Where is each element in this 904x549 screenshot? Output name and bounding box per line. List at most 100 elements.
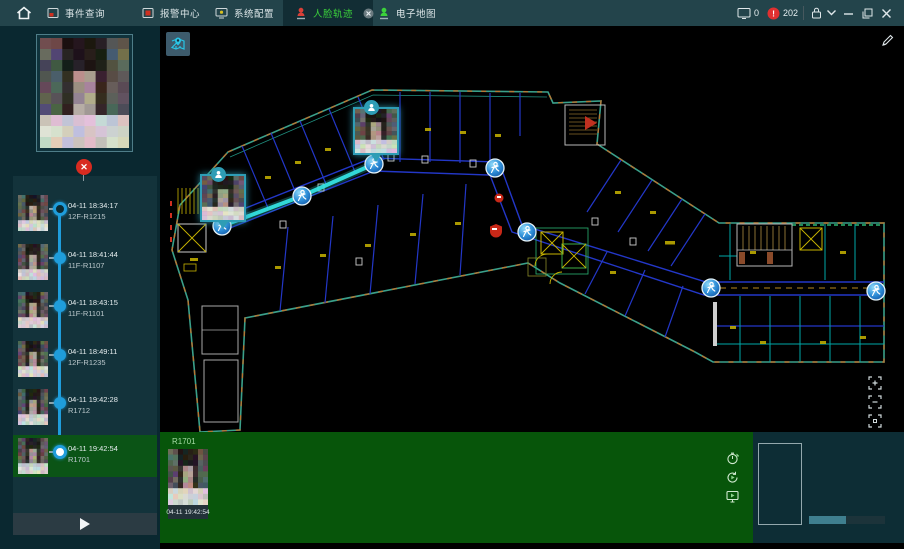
maximize-button[interactable] [862, 0, 873, 26]
svg-text:!: ! [772, 8, 775, 18]
timeline-entry[interactable]: 04-11 18:34:17 12F-R1215 [13, 192, 157, 234]
trajectory-marker[interactable] [867, 282, 885, 300]
tab-face-trajectory[interactable]: 人脸轨迹 [295, 0, 374, 26]
trajectory-marker[interactable] [518, 223, 536, 241]
timeline-entry[interactable]: 04-11 19:42:28 R1712 [13, 386, 157, 428]
person-badge-icon [364, 100, 379, 115]
capture-time: 04-11 18:49:11 [68, 346, 117, 357]
capture-location: R1701 [68, 454, 118, 465]
timeline-node[interactable] [54, 300, 66, 312]
capture-time: 04-11 18:43:15 [68, 297, 118, 308]
replay-icon[interactable] [726, 471, 739, 484]
timeline-node[interactable] [54, 252, 66, 264]
snapshot-card[interactable]: 04-11 19:42:54 [168, 449, 208, 519]
timeline-panel: 04-11 18:34:17 12F-R1215 04-11 18:41:44 … [13, 176, 157, 515]
trajectory-marker[interactable] [293, 187, 311, 205]
edit-map-button[interactable] [881, 34, 894, 47]
reset-view-button[interactable] [868, 414, 882, 428]
playback-bar [13, 513, 157, 535]
timer-icon[interactable] [726, 452, 739, 465]
capture-time: 04-11 18:34:17 [68, 200, 118, 211]
room-detail-panel: R1701 04-11 19:42:54 [160, 432, 753, 543]
capture-location: 12F-R1215 [68, 211, 118, 222]
trajectory-marker[interactable] [702, 279, 720, 297]
electronic-map-icon [378, 7, 390, 20]
tab-label: 系统配置 [234, 6, 274, 20]
trajectory-marker[interactable] [486, 159, 504, 177]
play-button[interactable] [80, 518, 90, 530]
monitor-count-icon [737, 7, 751, 20]
tab-system-config[interactable]: 系统配置 [215, 0, 274, 26]
map-zoom-controls [868, 376, 882, 428]
face-trajectory-icon [295, 7, 307, 20]
face-thumbnail[interactable] [18, 389, 48, 425]
tab-alarm-center[interactable]: 报警中心 [142, 0, 200, 26]
home-button[interactable] [16, 0, 32, 26]
alert-count-icon: ! [767, 7, 780, 20]
timeline-entry[interactable]: 04-11 18:41:44 11F-R1107 [13, 241, 157, 283]
timeline-entry[interactable]: 04-11 18:49:11 12F-R1235 [13, 338, 157, 380]
alarm-center-icon [142, 7, 154, 19]
progress-fill [809, 516, 846, 524]
capture-time: 04-11 19:42:28 [68, 394, 118, 405]
monitor-status[interactable]: 0 [737, 0, 759, 26]
zoom-out-button[interactable] [868, 395, 882, 409]
timeline-entry[interactable]: 04-11 18:43:15 11F-R1101 [13, 289, 157, 331]
system-config-icon [215, 7, 228, 19]
map-face-popup[interactable] [353, 107, 399, 155]
face-thumbnail[interactable] [18, 292, 48, 328]
map-face-popup[interactable] [200, 174, 246, 222]
timeline-node[interactable] [54, 349, 66, 361]
tab-label: 报警中心 [160, 6, 200, 20]
room-label: R1701 [172, 437, 196, 446]
popup-face-image [202, 176, 244, 220]
snapshot-time: 04-11 19:42:54 [168, 505, 208, 519]
lock-button[interactable] [810, 0, 823, 26]
face-thumbnail[interactable] [18, 438, 48, 474]
monitor-play-icon[interactable] [726, 490, 739, 503]
alert-status[interactable]: ! 202 [767, 0, 798, 26]
map-locate-button[interactable] [166, 32, 190, 56]
tab-event-query[interactable]: 事件查询 [47, 0, 105, 26]
zoom-in-button[interactable] [868, 376, 882, 390]
tab-label: 人脸轨迹 [313, 6, 353, 20]
trajectory-sidebar: ✕ 04-11 18:34:17 12F-R1215 04-11 18:41:4… [0, 26, 160, 549]
timeline-node[interactable] [53, 202, 67, 216]
capture-time: 04-11 19:42:54 [68, 443, 118, 454]
capture-location: 11F-R1101 [68, 308, 118, 319]
panel-actions [726, 452, 739, 503]
floor-plan-map[interactable] [160, 26, 904, 432]
target-photo [36, 34, 133, 152]
timeline-node[interactable] [54, 397, 66, 409]
title-bar: 事件查询 报警中心 系统配置 人脸轨迹 电子地图 0 [0, 0, 904, 26]
preview-placeholder [758, 443, 802, 525]
capture-location: 12F-R1235 [68, 357, 117, 368]
tab-label: 事件查询 [65, 6, 105, 20]
remove-target-button[interactable]: ✕ [76, 159, 92, 175]
face-thumbnail[interactable] [18, 195, 48, 231]
event-query-icon [47, 7, 59, 19]
minimize-button[interactable] [843, 0, 854, 26]
face-thumbnail[interactable] [18, 244, 48, 280]
playback-preview-panel [753, 432, 904, 543]
map-pin-icon [170, 36, 186, 52]
monitor-count: 0 [754, 8, 759, 18]
floor-plan [160, 26, 904, 432]
capture-location: 11F-R1107 [68, 260, 118, 271]
tab-electronic-map[interactable]: 电子地图 [378, 0, 436, 26]
person-badge-icon [211, 167, 226, 182]
tab-label: 电子地图 [396, 6, 436, 20]
progress-bar[interactable] [809, 516, 885, 524]
popup-tail [370, 153, 382, 162]
face-thumbnail[interactable] [18, 341, 48, 377]
home-icon [16, 6, 32, 20]
target-face-image [40, 38, 129, 148]
timeline-entry[interactable]: 04-11 19:42:54 R1701 [13, 435, 157, 477]
popup-tail [217, 220, 229, 229]
timeline-node[interactable] [53, 445, 67, 459]
alert-count: 202 [783, 8, 798, 18]
tab-close-icon[interactable] [363, 8, 374, 19]
close-button[interactable] [881, 0, 892, 26]
chevron-down-icon[interactable] [826, 0, 837, 26]
capture-location: R1712 [68, 405, 118, 416]
